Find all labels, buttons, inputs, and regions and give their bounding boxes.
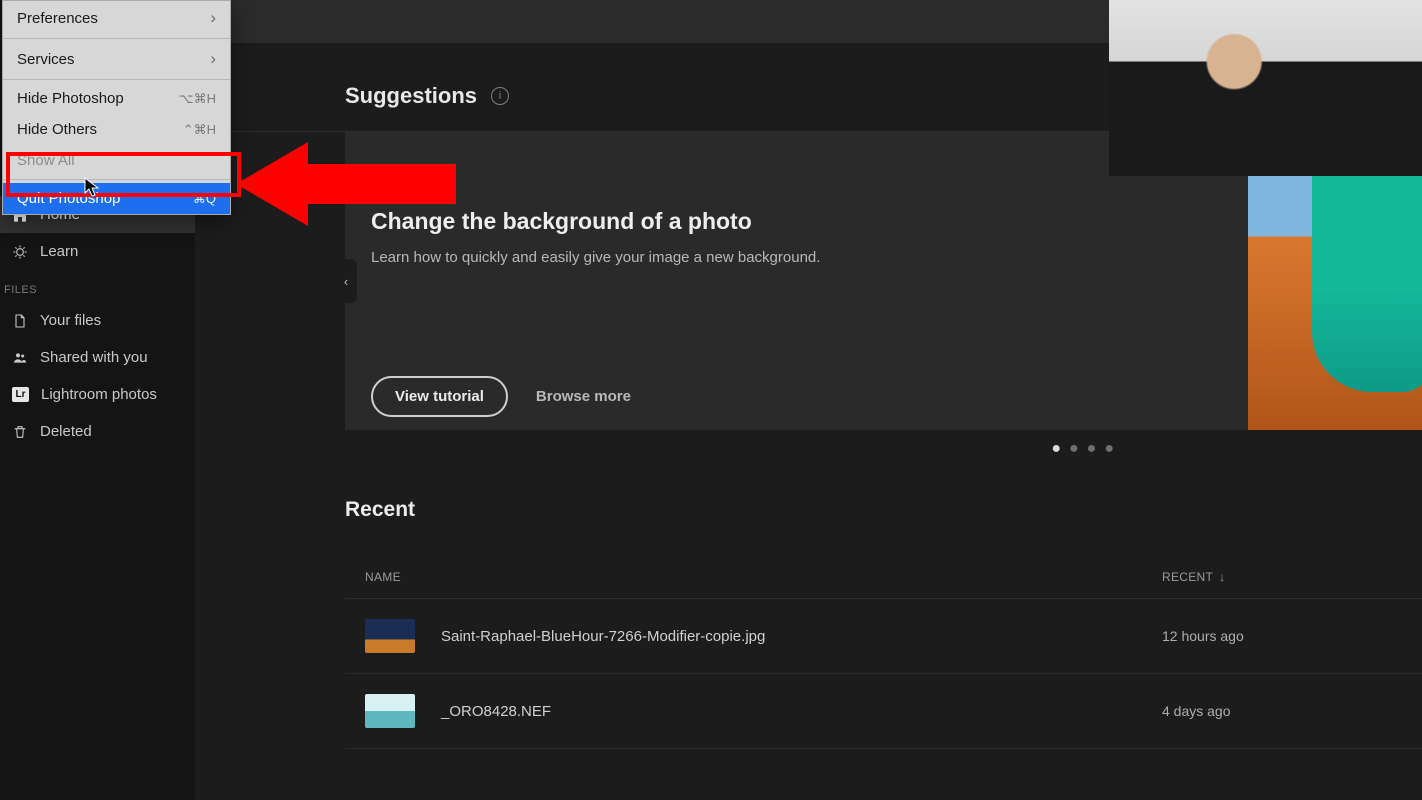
menu-quit[interactable]: Quit Photoshop⌘Q <box>3 183 230 214</box>
nav-shared[interactable]: Shared with you <box>0 339 195 376</box>
menu-hide-app[interactable]: Hide Photoshop⌥⌘H <box>3 83 230 114</box>
nav-learn[interactable]: Learn <box>0 233 195 270</box>
nav-lightroom[interactable]: Lr Lightroom photos <box>0 376 195 413</box>
card-title: Change the background of a photo <box>371 208 1248 235</box>
info-icon[interactable]: i <box>491 87 509 105</box>
app-menu: Preferences Services Hide Photoshop⌥⌘H H… <box>2 0 231 215</box>
col-recent[interactable]: RECENT ↓ <box>1162 570 1402 584</box>
file-time: 4 days ago <box>1162 703 1402 719</box>
table-row[interactable]: Saint-Raphael-BlueHour-7266-Modifier-cop… <box>345 599 1422 674</box>
card-prev-button[interactable]: ‹ <box>335 259 357 303</box>
col-name[interactable]: NAME <box>365 570 1162 584</box>
file-icon <box>12 313 28 329</box>
view-tutorial-button[interactable]: View tutorial <box>371 376 508 417</box>
menu-show-all: Show All <box>3 145 230 176</box>
nav-deleted[interactable]: Deleted <box>0 413 195 450</box>
nav-label: Deleted <box>40 423 92 440</box>
file-name: Saint-Raphael-BlueHour-7266-Modifier-cop… <box>441 628 1162 645</box>
suggestion-card: ‹ ••• Change the background of a photo L… <box>345 132 1422 430</box>
trash-icon <box>12 424 28 440</box>
file-time: 12 hours ago <box>1162 628 1402 644</box>
menu-services[interactable]: Services <box>3 42 230 76</box>
recent-heading: Recent <box>195 458 1422 522</box>
suggestions-heading: Suggestions <box>345 83 477 109</box>
file-name: _ORO8428.NEF <box>441 703 1162 720</box>
people-icon <box>12 350 28 366</box>
menu-hide-others[interactable]: Hide Others⌃⌘H <box>3 114 230 145</box>
browse-more-link[interactable]: Browse more <box>536 388 631 405</box>
suggestion-paginator[interactable]: ●●●● <box>195 430 1422 458</box>
card-image <box>1248 132 1422 430</box>
webcam-overlay <box>1109 0 1422 176</box>
sort-desc-icon: ↓ <box>1219 570 1225 584</box>
col-recent-label: RECENT <box>1162 570 1213 584</box>
file-thumbnail <box>365 694 415 728</box>
table-row[interactable]: _ORO8428.NEF 4 days ago <box>345 674 1422 749</box>
lightroom-icon: Lr <box>12 387 29 402</box>
nav-label: Your files <box>40 312 101 329</box>
nav-label: Lightroom photos <box>41 386 157 403</box>
recent-section: Recent NAME RECENT ↓ Saint-Raphael-BlueH… <box>195 458 1422 749</box>
card-desc: Learn how to quickly and easily give you… <box>371 249 1248 266</box>
file-thumbnail <box>365 619 415 653</box>
learn-icon <box>12 244 28 260</box>
menu-preferences[interactable]: Preferences <box>3 1 230 35</box>
nav-label: Shared with you <box>40 349 148 366</box>
recent-table: NAME RECENT ↓ Saint-Raphael-BlueHour-726… <box>345 570 1422 749</box>
files-section-label: FILES <box>0 270 195 302</box>
nav-label: Learn <box>40 243 78 260</box>
nav-your-files[interactable]: Your files <box>0 302 195 339</box>
